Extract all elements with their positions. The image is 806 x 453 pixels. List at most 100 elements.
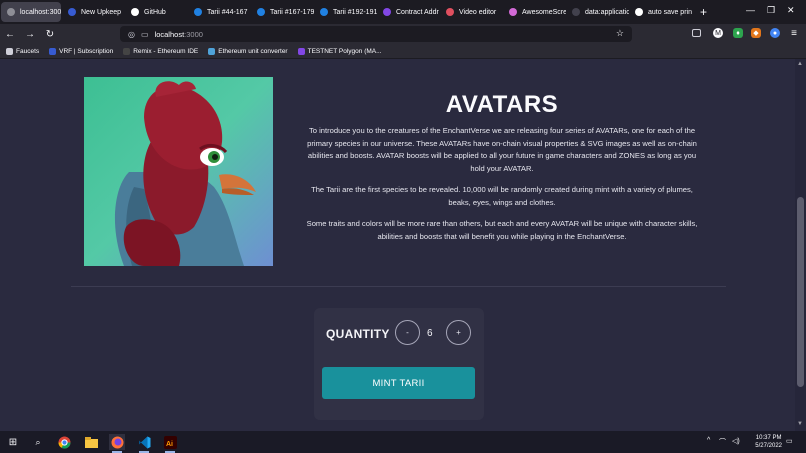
tray-chevron-icon[interactable]: ^ — [707, 437, 710, 444]
tab-label: Tarii #167-179 — [270, 8, 314, 16]
bookmarks-bar: Faucets VRF | Subscription Remix - Ethereu… — [0, 44, 806, 59]
bookmark-favicon-icon — [297, 47, 305, 55]
scrollbar-thumb[interactable] — [797, 197, 804, 387]
tab-label: Tarii #192-191 — [333, 8, 377, 16]
quantity-label: QUANTITY — [326, 327, 390, 341]
tab-favicon-icon — [257, 8, 265, 16]
page-scrollbar[interactable]: ▲ ▼ — [795, 59, 806, 431]
browser-tab[interactable]: Tarii #167-179 — [251, 0, 314, 24]
browser-tab[interactable]: AwesomeScre — [503, 0, 566, 24]
species-paragraph: The Tarii are the first species to be re… — [311, 185, 693, 207]
url-port: :3000 — [184, 29, 203, 39]
tab-favicon-icon — [635, 8, 643, 16]
navigation-bar: ← → ↻ ◎ ▭ localhost:3000 ☆ — [0, 24, 806, 44]
quantity-value: 6 — [427, 328, 433, 339]
tab-label: auto save prin — [648, 8, 692, 16]
pocket-icon[interactable] — [692, 29, 701, 37]
bookmark-label: Remix - Ethereum IDE — [133, 47, 199, 55]
bookmark-item[interactable]: TESTNET Polygon (MA... — [297, 47, 382, 55]
tab-strip: localhost:3000✕New UpkeepGitHubTarii #44… — [0, 0, 806, 24]
browser-tab[interactable]: Tarii #192-191 — [314, 0, 377, 24]
tab-label: Tarii #44-167 — [207, 8, 248, 16]
browser-tab[interactable]: Contract Addr — [377, 0, 440, 24]
illustrator-icon[interactable]: Ai — [162, 434, 178, 453]
svg-text:Ai: Ai — [166, 441, 173, 448]
browser-tab[interactable]: Tarii #44-167 — [188, 0, 251, 24]
url-host: localhost — [154, 29, 185, 39]
browser-tab[interactable]: Video editor — [440, 0, 503, 24]
metamask-icon[interactable]: ◆ — [751, 28, 761, 38]
menu-icon[interactable]: ≡ — [789, 28, 799, 39]
scroll-up-icon[interactable]: ▲ — [797, 61, 803, 67]
search-icon[interactable]: ⌕ — [30, 434, 46, 450]
forward-icon[interactable]: → — [20, 29, 40, 40]
tab-label: GitHub — [144, 8, 166, 16]
mint-card: QUANTITY - 6 + MINT TARII — [314, 308, 484, 420]
tab-favicon-icon — [7, 8, 15, 16]
bookmark-star-icon[interactable]: ☆ — [616, 28, 624, 39]
tab-label: AwesomeScre — [522, 8, 566, 16]
network-icon[interactable]: ⌒ — [719, 437, 726, 447]
mint-button[interactable]: MINT TARII — [322, 367, 475, 399]
tab-favicon-icon — [509, 8, 517, 16]
intro-paragraph: To introduce you to the creatures of the… — [307, 126, 697, 174]
tab-label: New Upkeep — [81, 8, 122, 16]
back-icon[interactable]: ← — [0, 29, 20, 40]
browser-tab[interactable]: localhost:3000✕ — [1, 2, 61, 22]
firefox-icon[interactable] — [109, 434, 125, 453]
url-bar[interactable]: ◎ ▭ localhost:3000 ☆ — [120, 26, 632, 42]
tab-label: Contract Addr — [396, 8, 439, 16]
shield-icon[interactable]: ◎ — [128, 30, 135, 39]
bookmark-item[interactable]: Remix - Ethereum IDE — [123, 47, 199, 55]
page-content: AVATARS To introduce you to the creature… — [0, 59, 795, 431]
tab-favicon-icon — [383, 8, 391, 16]
tab-favicon-icon — [131, 8, 139, 16]
page-title: AVATARS — [445, 91, 559, 118]
account-icon[interactable]: M — [713, 28, 723, 38]
bookmark-label: VRF | Subscription — [59, 47, 114, 55]
windows-taskbar: ⊞ ⌕ Ai ^ ⌒ ◁) 10:37 PM 5/27/2022 ▭ — [0, 431, 806, 453]
browser-tab[interactable]: New Upkeep — [62, 0, 125, 24]
restore-icon[interactable]: ❐ — [767, 5, 775, 16]
file-explorer-icon[interactable] — [83, 434, 99, 450]
tab-label: data:application/j — [585, 8, 629, 16]
windows-start-icon[interactable]: ⊞ — [5, 434, 21, 450]
bookmark-item[interactable]: Faucets — [6, 47, 40, 55]
minimize-icon[interactable]: — — [746, 5, 755, 15]
vscode-icon[interactable] — [136, 434, 152, 453]
tab-favicon-icon — [68, 8, 76, 16]
bookmark-favicon-icon — [123, 47, 131, 55]
increment-button[interactable]: + — [446, 320, 471, 345]
tab-favicon-icon — [572, 8, 580, 16]
reload-icon[interactable]: ↻ — [40, 29, 60, 40]
page-icon: ▭ — [140, 29, 149, 39]
bookmark-item[interactable]: VRF | Subscription — [49, 47, 114, 55]
tab-label: Video editor — [459, 8, 497, 16]
close-window-icon[interactable]: ✕ — [787, 5, 795, 16]
browser-tab[interactable]: GitHub — [125, 0, 188, 24]
decrement-button[interactable]: - — [395, 320, 420, 345]
bookmark-item[interactable]: Ethereum unit converter — [208, 47, 288, 55]
taskbar-clock[interactable]: 10:37 PM 5/27/2022 — [755, 434, 782, 450]
clock-time: 10:37 PM — [755, 435, 782, 441]
traits-paragraph: Some traits and colors will be more rare… — [306, 219, 698, 241]
browser-tab[interactable]: data:application/j — [566, 0, 629, 24]
notification-icon[interactable]: ▭ — [786, 437, 793, 445]
bookmark-label: Faucets — [16, 47, 40, 55]
bookmark-label: TESTNET Polygon (MA... — [307, 47, 382, 55]
tab-label: localhost:3000 — [20, 8, 61, 16]
chrome-icon[interactable] — [56, 434, 72, 450]
clock-date: 5/27/2022 — [755, 443, 782, 449]
extension-icon[interactable]: ♦ — [733, 28, 743, 38]
new-tab-button[interactable]: + — [692, 5, 715, 19]
bookmark-favicon-icon — [49, 47, 57, 55]
extension-icon[interactable]: ● — [770, 28, 780, 38]
scroll-down-icon[interactable]: ▼ — [797, 421, 803, 427]
volume-icon[interactable]: ◁) — [732, 437, 740, 445]
browser-tab[interactable]: auto save prin — [629, 0, 692, 24]
section-divider — [71, 286, 726, 287]
bookmark-label: Ethereum unit converter — [218, 47, 288, 55]
tarii-avatar-image — [84, 77, 273, 266]
tab-favicon-icon — [320, 8, 328, 16]
tab-favicon-icon — [446, 8, 454, 16]
